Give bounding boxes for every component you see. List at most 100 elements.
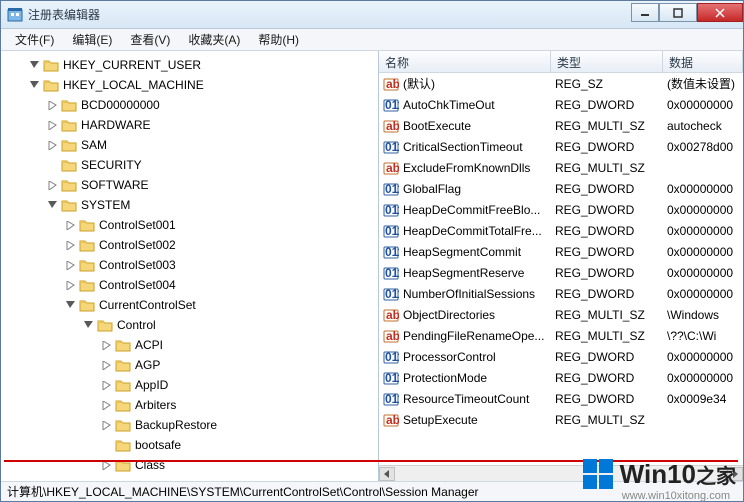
- col-name[interactable]: 名称: [379, 51, 551, 72]
- value-data: 0x00000000: [663, 202, 743, 218]
- menu-favorites[interactable]: 收藏夹(A): [180, 29, 248, 50]
- tree-node[interactable]: Control: [1, 315, 378, 335]
- tree-node[interactable]: SECURITY: [1, 155, 378, 175]
- svg-text:011: 011: [385, 392, 399, 406]
- expand-toggle-icon[interactable]: [65, 260, 76, 271]
- value-data: (数值未设置): [663, 74, 743, 93]
- expand-toggle-icon[interactable]: [47, 120, 58, 131]
- tree-node[interactable]: ACPI: [1, 335, 378, 355]
- watermark: Win10之家: [582, 458, 736, 490]
- tree-panel[interactable]: HKEY_CURRENT_USERHKEY_LOCAL_MACHINE BCD00…: [1, 51, 379, 481]
- menu-edit[interactable]: 编辑(E): [64, 29, 120, 50]
- tree-node[interactable]: bootsafe: [1, 435, 378, 455]
- list-row[interactable]: abObjectDirectoriesREG_MULTI_SZ\Windows: [379, 304, 743, 325]
- expand-toggle-icon[interactable]: [83, 320, 94, 331]
- folder-icon: [115, 378, 131, 392]
- list-row[interactable]: 011HeapSegmentReserveREG_DWORD0x00000000: [379, 262, 743, 283]
- value-string-icon: ab: [383, 412, 399, 428]
- scroll-left-icon[interactable]: [379, 467, 395, 481]
- menu-view[interactable]: 查看(V): [122, 29, 178, 50]
- expand-toggle-icon[interactable]: [65, 280, 76, 291]
- tree-label: BCD00000000: [81, 98, 160, 112]
- list-row[interactable]: ab(默认)REG_SZ(数值未设置): [379, 73, 743, 94]
- value-binary-icon: 011: [383, 265, 399, 281]
- expand-toggle-icon[interactable]: [101, 340, 112, 351]
- tree-label: BackupRestore: [135, 418, 217, 432]
- expand-toggle-icon[interactable]: [101, 420, 112, 431]
- expand-toggle-icon[interactable]: [101, 360, 112, 371]
- value-type: REG_DWORD: [551, 244, 663, 260]
- tree-node[interactable]: Arbiters: [1, 395, 378, 415]
- menu-file[interactable]: 文件(F): [7, 29, 62, 50]
- tree-node[interactable]: HKEY_CURRENT_USER: [1, 55, 378, 75]
- tree-label: AGP: [135, 358, 160, 372]
- value-type: REG_MULTI_SZ: [551, 412, 663, 428]
- list-row[interactable]: 011ProcessorControlREG_DWORD0x00000000: [379, 346, 743, 367]
- tree-node[interactable]: AppID: [1, 375, 378, 395]
- value-name: HeapSegmentReserve: [403, 266, 524, 280]
- expand-toggle-icon[interactable]: [47, 160, 58, 171]
- list-row[interactable]: 011HeapDeCommitTotalFre...REG_DWORD0x000…: [379, 220, 743, 241]
- expand-toggle-icon[interactable]: [47, 140, 58, 151]
- expand-toggle-icon[interactable]: [65, 240, 76, 251]
- tree-node[interactable]: SOFTWARE: [1, 175, 378, 195]
- list-row[interactable]: 011GlobalFlagREG_DWORD0x00000000: [379, 178, 743, 199]
- list-row[interactable]: abSetupExecuteREG_MULTI_SZ: [379, 409, 743, 430]
- tree-node[interactable]: Class: [1, 455, 378, 475]
- folder-icon: [79, 278, 95, 292]
- tree-node[interactable]: SYSTEM: [1, 195, 378, 215]
- list-row[interactable]: 011ResourceTimeoutCountREG_DWORD0x0009e3…: [379, 388, 743, 409]
- col-data[interactable]: 数据: [663, 51, 743, 72]
- menubar: 文件(F) 编辑(E) 查看(V) 收藏夹(A) 帮助(H): [1, 29, 743, 51]
- value-type: REG_DWORD: [551, 286, 663, 302]
- value-binary-icon: 011: [383, 97, 399, 113]
- tree-node[interactable]: BCD00000000: [1, 95, 378, 115]
- value-data: 0x00000000: [663, 349, 743, 365]
- tree-node[interactable]: CurrentControlSet: [1, 295, 378, 315]
- value-name: ProtectionMode: [403, 371, 487, 385]
- expand-toggle-icon[interactable]: [47, 100, 58, 111]
- expand-toggle-icon[interactable]: [65, 300, 76, 311]
- list-row[interactable]: 011HeapDeCommitFreeBlo...REG_DWORD0x0000…: [379, 199, 743, 220]
- tree-node[interactable]: HKEY_LOCAL_MACHINE: [1, 75, 378, 95]
- value-data: 0x00278d00: [663, 139, 743, 155]
- svg-text:011: 011: [385, 140, 399, 154]
- expand-toggle-icon[interactable]: [101, 440, 112, 451]
- expand-toggle-icon[interactable]: [47, 180, 58, 191]
- expand-toggle-icon[interactable]: [101, 380, 112, 391]
- tree-node[interactable]: HARDWARE: [1, 115, 378, 135]
- maximize-button[interactable]: [659, 3, 697, 22]
- svg-text:ab: ab: [386, 329, 399, 343]
- list-row[interactable]: abExcludeFromKnownDllsREG_MULTI_SZ: [379, 157, 743, 178]
- value-name: GlobalFlag: [403, 182, 461, 196]
- close-button[interactable]: [697, 3, 743, 22]
- tree-node[interactable]: ControlSet004: [1, 275, 378, 295]
- expand-toggle-icon[interactable]: [47, 200, 58, 211]
- list-row[interactable]: 011NumberOfInitialSessionsREG_DWORD0x000…: [379, 283, 743, 304]
- list-row[interactable]: 011HeapSegmentCommitREG_DWORD0x00000000: [379, 241, 743, 262]
- value-name: AutoChkTimeOut: [403, 98, 495, 112]
- tree-node[interactable]: ControlSet002: [1, 235, 378, 255]
- tree-node[interactable]: SAM: [1, 135, 378, 155]
- window-controls: [631, 7, 743, 22]
- expand-toggle-icon[interactable]: [29, 80, 40, 91]
- list-row[interactable]: 011CriticalSectionTimeoutREG_DWORD0x0027…: [379, 136, 743, 157]
- tree-node[interactable]: ControlSet003: [1, 255, 378, 275]
- expand-toggle-icon[interactable]: [65, 220, 76, 231]
- col-type[interactable]: 类型: [551, 51, 663, 72]
- list-row[interactable]: 011ProtectionModeREG_DWORD0x00000000: [379, 367, 743, 388]
- tree-node[interactable]: AGP: [1, 355, 378, 375]
- list-rows[interactable]: ab(默认)REG_SZ(数值未设置) 011 AutoChkTimeOut REG_…: [379, 73, 743, 465]
- expand-toggle-icon[interactable]: [29, 60, 40, 71]
- value-data: \Windows: [663, 307, 743, 323]
- tree-node[interactable]: BackupRestore: [1, 415, 378, 435]
- expand-toggle-icon[interactable]: [101, 400, 112, 411]
- tree-label: ControlSet001: [99, 218, 176, 232]
- list-row[interactable]: abPendingFileRenameOpe...REG_MULTI_SZ\??…: [379, 325, 743, 346]
- value-name: CriticalSectionTimeout: [403, 140, 523, 154]
- menu-help[interactable]: 帮助(H): [250, 29, 307, 50]
- tree-node[interactable]: ControlSet001: [1, 215, 378, 235]
- list-row[interactable]: abBootExecuteREG_MULTI_SZautocheck: [379, 115, 743, 136]
- list-row[interactable]: 011AutoChkTimeOutREG_DWORD0x00000000: [379, 94, 743, 115]
- minimize-button[interactable]: [631, 3, 659, 22]
